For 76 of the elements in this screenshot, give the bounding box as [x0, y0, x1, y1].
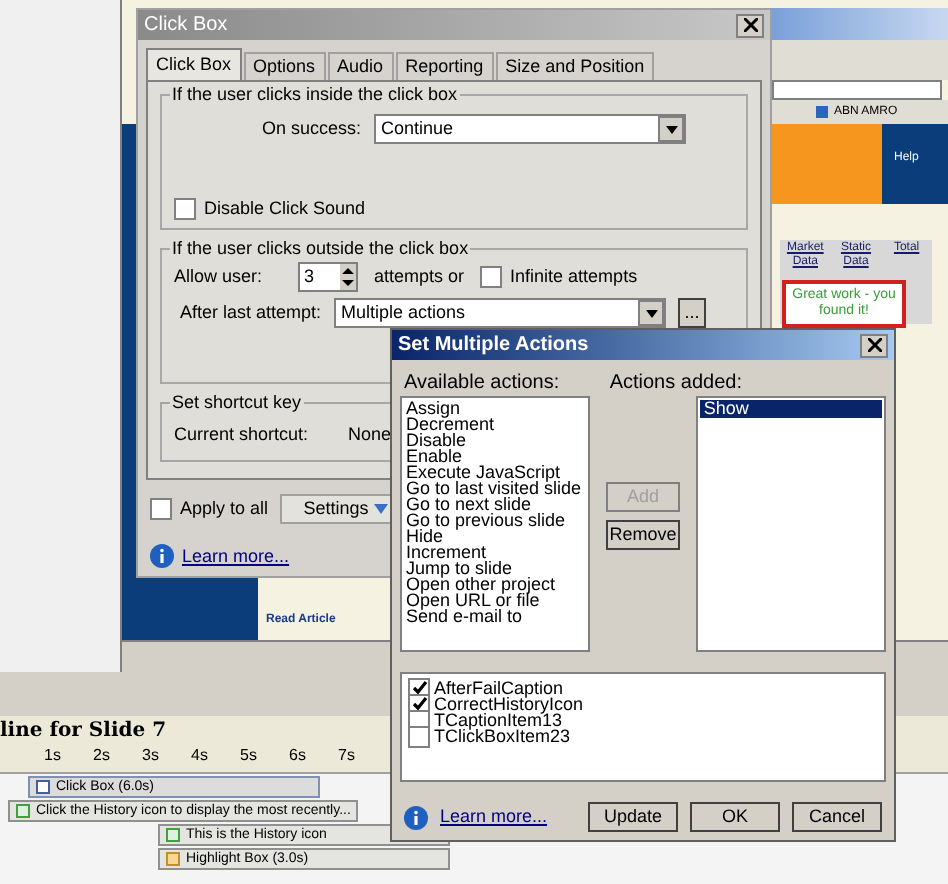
list-item[interactable]: Send e-mail to — [406, 608, 589, 624]
list-item[interactable]: Go to last visited slide — [406, 480, 589, 496]
timeline-title: line for Slide 7 — [0, 718, 167, 746]
info-icon — [404, 805, 428, 829]
tick-label: 7s — [336, 746, 357, 768]
address-field[interactable] — [772, 80, 942, 100]
tick-label: 5s — [238, 746, 259, 768]
checklist-item: TClickBoxItem23 — [434, 728, 571, 744]
learn-more-link[interactable]: Learn more... — [182, 545, 290, 567]
tab[interactable]: Options — [243, 52, 326, 80]
checkbox-label: Disable Click Sound — [204, 198, 366, 220]
list-item[interactable]: Jump to slide — [406, 560, 589, 576]
close-button[interactable] — [860, 333, 888, 357]
dialog-button[interactable]: OK — [690, 802, 780, 832]
tick-label: 2s — [91, 746, 112, 768]
tick-label: 3s — [140, 746, 161, 768]
dialog-button[interactable]: Cancel — [792, 802, 882, 832]
remove-button[interactable]: Remove — [606, 520, 680, 550]
tick-label: 6s — [287, 746, 308, 768]
checkbox[interactable] — [150, 498, 172, 520]
list-item[interactable]: Hide — [406, 528, 589, 544]
more-button[interactable]: ... — [678, 298, 706, 328]
caret-icon — [645, 309, 657, 317]
list-item[interactable]: Open URL or file — [406, 592, 589, 608]
dropdown[interactable]: Continue — [373, 114, 686, 144]
list-item[interactable]: Decrement — [406, 416, 589, 432]
list-item[interactable]: Increment — [406, 544, 589, 560]
dropdown-value: Continue — [381, 118, 454, 140]
list-label: Actions added: — [609, 370, 742, 396]
group-legend: If the user clicks inside the click box — [170, 84, 460, 106]
dropdown-arrow-icon — [374, 504, 389, 514]
tab[interactable]: Size and Position — [495, 52, 655, 80]
tab[interactable]: Click Box — [146, 48, 242, 80]
checkbox-label: Apply to all — [180, 498, 269, 520]
tab[interactable]: Reporting — [395, 52, 494, 80]
spinner-arrows-icon — [340, 264, 356, 290]
dropdown-arrow-button[interactable] — [658, 116, 684, 142]
tick-label: 1s — [42, 746, 63, 768]
attempts-spinner[interactable]: 3 — [298, 262, 358, 292]
window-title: Set Multiple Actions — [398, 332, 589, 360]
field-label: On success: — [262, 118, 362, 140]
list-item[interactable]: Enable — [406, 448, 589, 464]
dropdown[interactable]: Multiple actions — [333, 298, 666, 328]
checkbox-label: Infinite attempts — [510, 266, 638, 288]
list-label: Available actions: — [404, 370, 560, 396]
close-button[interactable] — [736, 13, 764, 37]
checklist-item: AfterFailCaption — [434, 680, 564, 696]
window-title: Click Box — [144, 14, 228, 36]
checkbox[interactable] — [480, 266, 503, 288]
shortcut-value: None — [348, 424, 392, 446]
spinner-value: 3 — [302, 264, 315, 290]
field-label: Current shortcut: — [174, 424, 309, 446]
list-item[interactable]: Disable — [406, 432, 589, 448]
field-label: After last attempt: — [178, 302, 322, 324]
tick-label: 4s — [189, 746, 210, 768]
checkbox[interactable] — [174, 198, 196, 220]
list-item[interactable]: Show — [699, 400, 882, 418]
dropdown-arrow-button[interactable] — [638, 300, 664, 326]
close-icon — [867, 338, 881, 352]
dropdown-value: Multiple actions — [341, 302, 466, 324]
close-icon — [743, 18, 757, 32]
tab[interactable]: Audio — [327, 52, 394, 80]
dialog-button[interactable]: Update — [588, 802, 678, 832]
page-icon — [816, 106, 828, 118]
list-item[interactable]: Open other project — [406, 576, 589, 592]
field-label: Allow user: — [174, 266, 265, 288]
checkbox[interactable] — [408, 725, 430, 747]
field-suffix: attempts or — [374, 266, 465, 288]
list-item[interactable]: Execute JavaScript — [406, 464, 589, 480]
caret-icon — [665, 125, 677, 133]
checklist-item: CorrectHistoryIcon — [434, 696, 584, 712]
info-icon — [150, 544, 174, 568]
list-item[interactable]: Assign — [406, 400, 589, 416]
group-legend: If the user clicks outside the click box — [170, 238, 471, 260]
group-legend: Set shortcut key — [170, 392, 304, 414]
checklist-item: TCaptionItem13 — [434, 712, 563, 728]
